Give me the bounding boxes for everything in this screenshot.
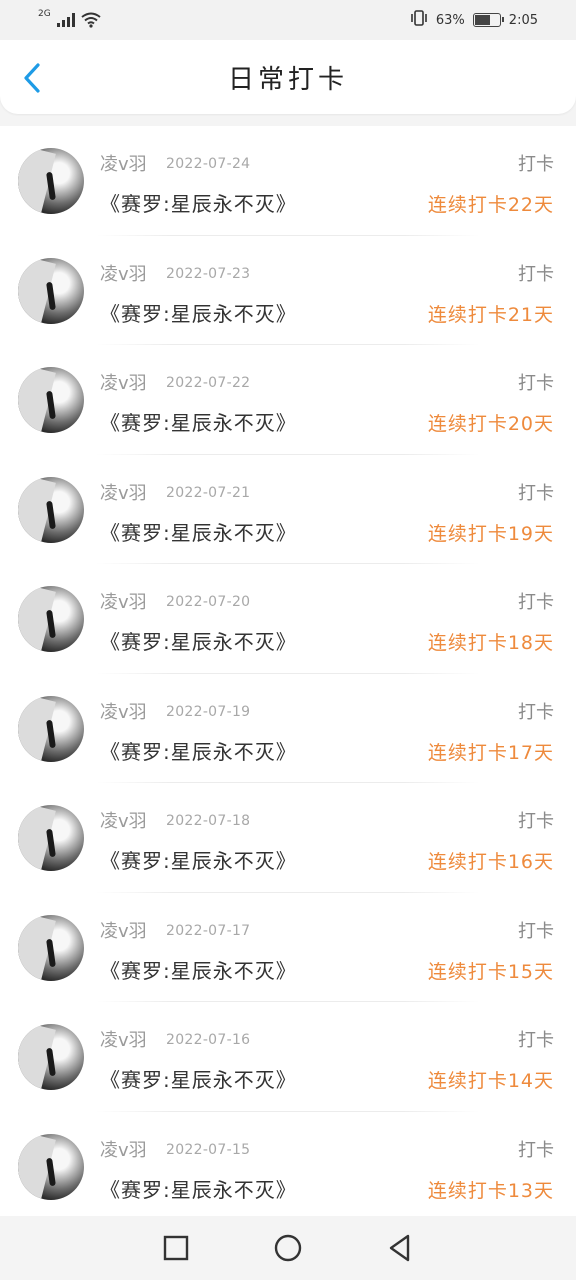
username: 凌v羽: [100, 701, 147, 723]
avatar[interactable]: [18, 1024, 84, 1090]
circle-icon: [274, 1234, 302, 1262]
book-title: 《赛罗:星辰永不灭》: [100, 301, 297, 326]
checkin-type: 打卡: [518, 373, 554, 394]
username: 凌v羽: [100, 811, 147, 832]
checkin-row[interactable]: 凌v羽 2022-07-24 打卡 《赛罗:星辰永不灭》 连续打卡22天: [0, 126, 576, 236]
battery-percent: 63%: [435, 12, 465, 28]
book-title: 《赛罗:星辰永不灭》: [100, 520, 297, 545]
streak-text: 连续打卡13天: [427, 1179, 554, 1202]
checkin-type: 打卡: [518, 920, 554, 942]
streak-text: 连续打卡15天: [427, 960, 554, 983]
avatar[interactable]: [18, 257, 84, 324]
checkin-date: 2022-07-21: [166, 484, 251, 501]
book-title: 《赛罗:星辰永不灭》: [100, 1068, 297, 1092]
username: 凌v羽: [100, 482, 147, 504]
checkin-row[interactable]: 凌v羽 2022-07-17 打卡 《赛罗:星辰永不灭》 连续打卡15天: [0, 893, 576, 1002]
streak-text: 连续打卡18天: [427, 632, 554, 654]
book-title: 《赛罗:星辰永不灭》: [100, 1177, 297, 1202]
checkin-row[interactable]: 凌v羽 2022-07-21 打卡 《赛罗:星辰永不灭》 连续打卡19天: [0, 455, 576, 564]
book-title: 《赛罗:星辰永不灭》: [100, 192, 297, 216]
streak-text: 连续打卡21天: [427, 303, 554, 326]
system-nav-bar: [0, 1216, 576, 1280]
streak-text: 连续打卡19天: [427, 522, 554, 545]
page-title: 日常打卡: [227, 64, 348, 95]
book-title: 《赛罗:星辰永不灭》: [100, 739, 297, 764]
vibrate-icon: [410, 10, 428, 30]
avatar[interactable]: [18, 367, 84, 433]
home-button[interactable]: [273, 1233, 303, 1263]
streak-text: 连续打卡17天: [427, 741, 554, 764]
avatar[interactable]: [18, 476, 84, 543]
avatar[interactable]: [18, 914, 84, 981]
avatar[interactable]: [18, 148, 84, 214]
wifi-icon: [81, 12, 101, 28]
username: 凌v羽: [100, 592, 147, 613]
avatar[interactable]: [18, 695, 84, 762]
username: 凌v羽: [100, 920, 147, 942]
checkin-date: 2022-07-20: [166, 594, 251, 610]
status-left: 2G: [38, 9, 101, 28]
checkin-date: 2022-07-19: [166, 703, 251, 720]
book-title: 《赛罗:星辰永不灭》: [100, 849, 297, 873]
checkin-type: 打卡: [518, 1139, 554, 1161]
streak-text: 连续打卡14天: [427, 1070, 554, 1092]
status-right: 63% 2:05: [410, 10, 538, 30]
checkin-row[interactable]: 凌v羽 2022-07-22 打卡 《赛罗:星辰永不灭》 连续打卡20天: [0, 345, 576, 455]
checkin-date: 2022-07-23: [166, 265, 251, 282]
checkin-list[interactable]: 凌v羽 2022-07-24 打卡 《赛罗:星辰永不灭》 连续打卡22天 凌v羽…: [0, 126, 576, 1216]
checkin-date: 2022-07-24: [166, 156, 251, 172]
checkin-type: 打卡: [518, 154, 554, 175]
username: 凌v羽: [100, 1139, 147, 1161]
triangle-back-icon: [389, 1234, 410, 1262]
checkin-date: 2022-07-15: [166, 1141, 251, 1158]
system-back-button[interactable]: [385, 1233, 415, 1263]
checkin-row[interactable]: 凌v羽 2022-07-19 打卡 《赛罗:星辰永不灭》 连续打卡17天: [0, 674, 576, 783]
recent-apps-button[interactable]: [161, 1233, 191, 1263]
app-header: 日常打卡: [0, 40, 576, 114]
checkin-row[interactable]: 凌v羽 2022-07-15 打卡 《赛罗:星辰永不灭》 连续打卡13天: [0, 1112, 576, 1217]
checkin-row[interactable]: 凌v羽 2022-07-20 打卡 《赛罗:星辰永不灭》 连续打卡18天: [0, 564, 576, 674]
username: 凌v羽: [100, 373, 147, 394]
checkin-type: 打卡: [518, 482, 554, 504]
checkin-row[interactable]: 凌v羽 2022-07-18 打卡 《赛罗:星辰永不灭》 连续打卡16天: [0, 783, 576, 893]
book-title: 《赛罗:星辰永不灭》: [100, 958, 297, 983]
checkin-row[interactable]: 凌v羽 2022-07-16 打卡 《赛罗:星辰永不灭》 连续打卡14天: [0, 1002, 576, 1112]
avatar[interactable]: [18, 1133, 84, 1200]
avatar[interactable]: [18, 805, 84, 871]
square-icon: [163, 1235, 189, 1261]
avatar[interactable]: [18, 586, 84, 652]
username: 凌v羽: [100, 263, 147, 285]
username: 凌v羽: [100, 154, 147, 175]
checkin-type: 打卡: [518, 701, 554, 723]
battery-icon: [472, 13, 504, 27]
clock: 2:05: [508, 12, 538, 28]
back-button[interactable]: [20, 62, 46, 94]
chevron-left-icon: [24, 63, 40, 93]
checkin-date: 2022-07-17: [166, 922, 251, 939]
checkin-type: 打卡: [518, 1030, 554, 1051]
checkin-row[interactable]: 凌v羽 2022-07-23 打卡 《赛罗:星辰永不灭》 连续打卡21天: [0, 236, 576, 345]
streak-text: 连续打卡22天: [427, 194, 554, 216]
streak-text: 连续打卡20天: [427, 413, 554, 435]
checkin-type: 打卡: [518, 263, 554, 285]
checkin-type: 打卡: [518, 592, 554, 613]
signal-icon: [56, 13, 75, 27]
checkin-date: 2022-07-22: [166, 375, 251, 391]
checkin-date: 2022-07-16: [166, 1032, 251, 1048]
checkin-date: 2022-07-18: [166, 813, 251, 829]
username: 凌v羽: [100, 1030, 147, 1051]
network-type: 2G: [38, 9, 51, 19]
book-title: 《赛罗:星辰永不灭》: [100, 630, 297, 654]
book-title: 《赛罗:星辰永不灭》: [100, 411, 297, 435]
checkin-type: 打卡: [518, 811, 554, 832]
status-bar: 2G 63% 2:05: [0, 0, 576, 40]
streak-text: 连续打卡16天: [427, 851, 554, 873]
